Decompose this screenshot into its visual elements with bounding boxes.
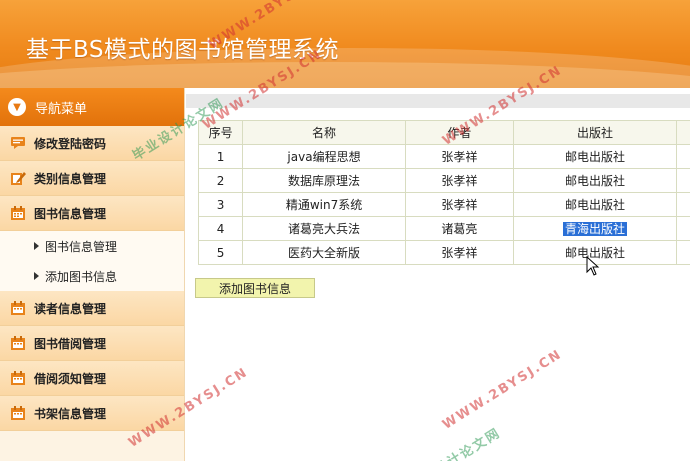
- sidebar-item-label: 修改登陆密码: [34, 136, 107, 151]
- cell-author: 张孝祥: [404, 144, 514, 169]
- table-row: 1 java编程思想 张孝祥 邮电出版社: [197, 144, 690, 169]
- main-content: 序号 名称 作者 出版社 1 java编程思想 张孝祥 邮电出版社 2 数据库原…: [186, 88, 690, 461]
- sidebar-item-label: 图书借阅管理: [34, 336, 107, 351]
- cell-extra: [676, 240, 690, 265]
- sidebar-item-category[interactable]: 类别信息管理: [0, 161, 184, 196]
- calendar-icon: [10, 205, 26, 221]
- column-header-author: 作者: [404, 120, 514, 145]
- cell-index: 5: [197, 240, 244, 265]
- cell-publisher: 青海出版社: [512, 216, 678, 241]
- nav-menu-header[interactable]: ▼ 导航菜单: [0, 88, 184, 126]
- app-title: 基于BS模式的图书馆管理系统: [26, 37, 339, 63]
- column-header-extra: [676, 120, 690, 145]
- sidebar-item-change-password[interactable]: 修改登陆密码: [0, 126, 184, 161]
- sidebar-item-label: 借阅须知管理: [34, 371, 107, 386]
- sidebar-item-label: 书架信息管理: [34, 406, 107, 421]
- cell-author: 张孝祥: [404, 168, 514, 193]
- books-table: 序号 名称 作者 出版社 1 java编程思想 张孝祥 邮电出版社 2 数据库原…: [197, 120, 690, 265]
- table-row: 5 医药大全新版 张孝祥 邮电出版社: [197, 240, 690, 265]
- cell-index: 1: [197, 144, 244, 169]
- cell-publisher: 邮电出版社: [512, 144, 678, 169]
- sidebar-item-borrow[interactable]: 图书借阅管理: [0, 326, 184, 361]
- table-header-row: 序号 名称 作者 出版社: [197, 120, 690, 145]
- sidebar-item-label: 读者信息管理: [34, 301, 107, 316]
- mouse-cursor-icon: [586, 256, 600, 276]
- cell-author: 张孝祥: [404, 192, 514, 217]
- cell-name: 精通win7系统: [242, 192, 406, 217]
- column-header-index: 序号: [197, 120, 244, 145]
- cell-index: 4: [197, 216, 244, 241]
- content-toolbar: [186, 94, 690, 108]
- cell-name: 医药大全新版: [242, 240, 406, 265]
- comment-icon: [10, 135, 26, 151]
- table-row: 3 精通win7系统 张孝祥 邮电出版社: [197, 192, 690, 217]
- cell-publisher: 邮电出版社: [512, 192, 678, 217]
- column-header-name: 名称: [242, 120, 406, 145]
- sidebar-subitem-label: 图书信息管理: [45, 239, 118, 254]
- cell-name: 诸葛亮大兵法: [242, 216, 406, 241]
- calendar-icon: [10, 370, 26, 386]
- caret-right-icon: [34, 242, 39, 250]
- cell-extra: [676, 216, 690, 241]
- sidebar-item-label: 图书信息管理: [34, 206, 107, 221]
- cell-extra: [676, 144, 690, 169]
- cell-author: 诸葛亮: [404, 216, 514, 241]
- add-book-button[interactable]: 添加图书信息: [195, 278, 315, 298]
- sidebar-item-rules[interactable]: 借阅须知管理: [0, 361, 184, 396]
- chevron-down-icon: ▼: [8, 98, 26, 116]
- sidebar-subitem-label: 添加图书信息: [45, 269, 118, 284]
- cell-index: 3: [197, 192, 244, 217]
- nav-menu-title: 导航菜单: [35, 101, 88, 117]
- table-row: 2 数据库原理法 张孝祥 邮电出版社: [197, 168, 690, 193]
- calendar-icon: [10, 405, 26, 421]
- selected-text[interactable]: 青海出版社: [562, 222, 627, 236]
- sidebar: ▼ 导航菜单 修改登陆密码 类别信息管理 图书信息管理 图书信息管理 添加图书信…: [0, 88, 185, 461]
- sidebar-item-books[interactable]: 图书信息管理: [0, 196, 184, 231]
- table-row: 4 诸葛亮大兵法 诸葛亮 青海出版社: [197, 216, 690, 241]
- sidebar-item-label: 类别信息管理: [34, 171, 107, 186]
- cell-author: 张孝祥: [404, 240, 514, 265]
- sidebar-subitem-book-info[interactable]: 图书信息管理: [0, 231, 184, 261]
- edit-icon: [10, 170, 26, 186]
- cell-extra: [676, 192, 690, 217]
- calendar-icon: [10, 300, 26, 316]
- calendar-icon: [10, 335, 26, 351]
- caret-right-icon: [34, 272, 39, 280]
- column-header-publisher: 出版社: [512, 120, 678, 145]
- app-header: 基于BS模式的图书馆管理系统: [0, 0, 690, 88]
- sidebar-subitem-add-book[interactable]: 添加图书信息: [0, 261, 184, 291]
- cell-name: 数据库原理法: [242, 168, 406, 193]
- sidebar-item-readers[interactable]: 读者信息管理: [0, 291, 184, 326]
- cell-publisher: 邮电出版社: [512, 168, 678, 193]
- cell-name: java编程思想: [242, 144, 406, 169]
- cell-extra: [676, 168, 690, 193]
- sidebar-item-shelves[interactable]: 书架信息管理: [0, 396, 184, 431]
- cell-index: 2: [197, 168, 244, 193]
